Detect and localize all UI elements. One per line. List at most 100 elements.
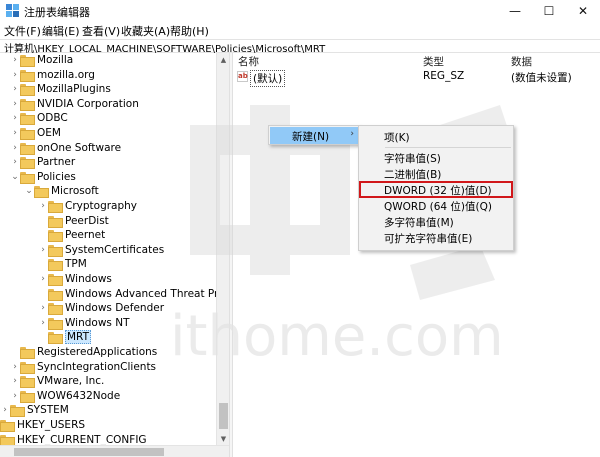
menu-separator [385, 147, 511, 148]
folder-icon [20, 55, 35, 67]
folder-icon [20, 113, 35, 126]
maximize-icon: ☐ [543, 4, 555, 18]
tree-item[interactable]: › OEM [10, 126, 61, 140]
menu-item-multi-string-value[interactable]: 多字符串值(M) [384, 215, 454, 230]
tree-item[interactable]: › SyncIntegrationClients [10, 360, 156, 374]
chevron-right-icon[interactable]: › [10, 374, 20, 388]
tree-item-label: VMware, Inc. [37, 375, 105, 388]
chevron-right-icon[interactable]: › [10, 111, 20, 125]
chevron-right-icon[interactable]: › [10, 155, 20, 169]
menu-view[interactable]: 查看(V) [82, 23, 120, 39]
tree-item[interactable]: › Partner [10, 155, 75, 170]
menu-help[interactable]: 帮助(H) [170, 23, 209, 39]
scroll-thumb[interactable] [219, 403, 228, 429]
folder-icon [20, 347, 35, 359]
tree-item-label: HKEY_CURRENT_CONFIG [17, 433, 147, 446]
folder-icon [20, 84, 35, 97]
menu-item-key[interactable]: 项(K) [384, 130, 410, 145]
tree-item-label: WOW6432Node [37, 389, 121, 402]
minimize-button[interactable]: — [498, 0, 532, 22]
tree-item-label: Windows [65, 273, 112, 285]
tree-item-mrt-selected[interactable]: MRT [38, 330, 92, 345]
menu-item-string-value[interactable]: 字符串值(S) [384, 151, 441, 166]
tree-item[interactable]: › Windows NT [38, 316, 129, 330]
table-row[interactable]: ab (默认) REG_SZ (数值未设置) [237, 70, 597, 87]
menu-item-expandable-string-value[interactable]: 可扩充字符串值(E) [384, 231, 472, 246]
tree-item[interactable]: › Mozilla [10, 53, 73, 67]
chevron-right-icon[interactable]: › [10, 141, 20, 155]
chevron-right-icon[interactable]: › [38, 272, 48, 286]
tree-item[interactable]: TPM [38, 257, 87, 272]
menu-file[interactable]: 文件(F) [4, 23, 41, 39]
chevron-right-icon[interactable]: › [38, 199, 48, 213]
folder-icon [20, 376, 35, 389]
folder-icon [34, 186, 49, 199]
tree-item[interactable]: › Cryptography [38, 199, 137, 213]
tree-item[interactable]: ›HKEY_USERS [0, 418, 85, 432]
tree-item-label: Windows Defender [65, 302, 165, 315]
chevron-right-icon[interactable]: › [38, 243, 48, 257]
chevron-right-icon[interactable]: › [10, 53, 20, 67]
folder-icon [48, 317, 63, 330]
scroll-thumb[interactable] [14, 448, 164, 456]
folder-icon [48, 274, 63, 286]
folder-icon [0, 420, 15, 432]
tree-item[interactable]: › mozilla.org [10, 68, 95, 82]
chevron-right-icon[interactable]: › [10, 389, 20, 403]
tree-item[interactable]: › MozillaPlugins [10, 82, 111, 97]
tree-item[interactable]: › VMware, Inc. [10, 374, 105, 389]
chevron-right-icon[interactable]: › [10, 126, 20, 140]
tree-item[interactable]: › ODBC [10, 111, 68, 126]
tree-item-policies[interactable]: ⌄ Policies [10, 170, 76, 184]
chevron-down-icon[interactable]: ⌄ [10, 170, 20, 184]
tree-horizontal-scrollbar[interactable] [0, 445, 229, 457]
folder-icon [10, 405, 25, 418]
tree-item[interactable]: PeerDist [38, 214, 109, 228]
tree-item[interactable]: › SYSTEM [0, 403, 69, 418]
column-header-type[interactable]: 类型 [423, 54, 444, 69]
tree-item[interactable]: RegisteredApplications [10, 345, 157, 359]
tree-item[interactable]: › Windows [38, 272, 112, 286]
tree-item-microsoft[interactable]: ⌄ Microsoft [24, 184, 99, 199]
tree-item[interactable]: › SystemCertificates [38, 243, 164, 257]
value-data: (数值未设置) [511, 72, 572, 84]
tree-item-label: Windows Advanced Threat Protecti [65, 287, 229, 300]
tree-item[interactable]: › onOne Software [10, 141, 121, 155]
column-header-name[interactable]: 名称 [238, 54, 259, 69]
close-button[interactable]: ✕ [566, 0, 600, 22]
address-bar[interactable]: 计算机\HKEY_LOCAL_MACHINE\SOFTWARE\Policies… [0, 39, 600, 55]
chevron-right-icon[interactable]: › [10, 82, 20, 96]
chevron-right-icon: › [350, 129, 354, 139]
menu-item-new[interactable]: 新建(N) › [270, 127, 358, 144]
tree-vertical-scrollbar[interactable]: ▲ ▼ [216, 53, 229, 445]
menu-item-dword-value[interactable]: DWORD (32 位)值(D) [384, 183, 492, 198]
menu-edit[interactable]: 编辑(E) [42, 23, 80, 39]
menu-item-binary-value[interactable]: 二进制值(B) [384, 167, 441, 182]
chevron-right-icon[interactable]: › [38, 316, 48, 330]
chevron-down-icon[interactable]: ⌄ [24, 184, 34, 198]
column-header-data[interactable]: 数据 [511, 54, 532, 69]
tree-item[interactable]: › WOW6432Node [10, 389, 120, 403]
tree-item-label: SystemCertificates [65, 243, 165, 256]
tree-item[interactable]: Windows Advanced Threat Protecti [38, 287, 229, 301]
chevron-right-icon[interactable]: › [10, 360, 20, 374]
tree-item-label: OEM [37, 127, 61, 139]
chevron-right-icon[interactable]: › [10, 68, 20, 82]
tree-item-label: ODBC [37, 112, 68, 125]
tree-item[interactable]: Peernet [38, 228, 105, 243]
maximize-button[interactable]: ☐ [532, 0, 566, 22]
chevron-right-icon[interactable]: › [38, 301, 48, 315]
menu-item-new-label: 新建(N) [292, 131, 330, 143]
tree-item[interactable]: › NVIDIA Corporation [10, 97, 139, 111]
tree-item[interactable]: › Windows Defender [38, 301, 165, 316]
tree-item-label: Policies [37, 170, 76, 183]
menu-favorites[interactable]: 收藏夹(A) [121, 23, 170, 39]
chevron-right-icon[interactable]: › [10, 97, 20, 111]
chevron-right-icon[interactable]: › [0, 403, 10, 417]
menu-item-qword-value[interactable]: QWORD (64 位)值(Q) [384, 199, 492, 214]
folder-icon [48, 244, 63, 257]
values-list: 名称 类型 数据 ab (默认) REG_SZ (数值未设置) [233, 53, 600, 457]
